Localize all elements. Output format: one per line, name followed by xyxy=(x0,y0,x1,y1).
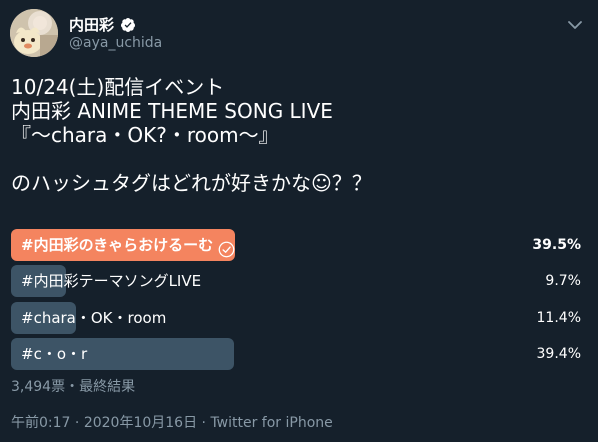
poll-option: #chara・OK・room 11.4% xyxy=(11,302,581,334)
verified-badge-icon xyxy=(120,17,136,33)
poll-vote-summary: 3,494票・最終結果 xyxy=(11,379,136,395)
poll-option-label: #内田彩テーマソングLIVE xyxy=(21,265,201,297)
tweet-date[interactable]: 2020年10月16日 xyxy=(84,415,197,431)
poll-option-label: #chara・OK・room xyxy=(21,302,166,334)
poll-option-percent: 11.4% xyxy=(536,310,581,326)
tweet-text: 10/24(土)配信イベント 内田彩 ANIME THEME SONG LIVE… xyxy=(11,75,586,195)
poll-option-label: #c・o・r xyxy=(21,338,87,370)
poll-option-text: #c・o・r xyxy=(21,345,88,363)
meta-separator: · xyxy=(201,415,206,431)
poll-option-label: #内田彩のきゃらおけるーむ xyxy=(21,229,235,261)
avatar-image xyxy=(10,9,58,57)
tweet-time[interactable]: 午前0:17 xyxy=(11,415,70,431)
poll-option-text: #chara・OK・room xyxy=(21,309,167,327)
poll-option-percent: 39.5% xyxy=(532,237,581,253)
tweet-meta: 午前0:17 · 2020年10月16日 · Twitter for iPhon… xyxy=(11,412,333,432)
chevron-down-icon[interactable] xyxy=(568,15,582,29)
author-display-name[interactable]: 内田彩 xyxy=(69,14,114,35)
poll-option: #c・o・r 39.4% xyxy=(11,338,581,370)
tweet-source-link[interactable]: Twitter for iPhone xyxy=(210,415,332,431)
meta-separator: · xyxy=(74,415,80,431)
poll-option-percent: 9.7% xyxy=(545,273,581,289)
poll-option-text: #内田彩のきゃらおけるーむ xyxy=(21,236,214,254)
author-handle[interactable]: @aya_uchida xyxy=(69,35,162,51)
avatar[interactable] xyxy=(10,9,58,57)
poll-option: #内田彩のきゃらおけるーむ 39.5% xyxy=(11,229,581,261)
poll-option-percent: 39.4% xyxy=(536,346,581,362)
tweet-text-line: 『～chara・OK?・room～』 xyxy=(11,123,279,147)
check-circle-icon xyxy=(218,237,235,257)
tweet-text-line: のハッシュタグはどれが好きかな☺？？ xyxy=(11,171,372,195)
tweet-text-line: 内田彩 ANIME THEME SONG LIVE xyxy=(11,99,333,123)
poll-option-text: #内田彩テーマソングLIVE xyxy=(21,272,202,290)
poll-option: #内田彩テーマソングLIVE 9.7% xyxy=(11,265,581,297)
tweet-text-line: 10/24(土)配信イベント xyxy=(11,75,225,99)
tweet-header: 内田彩 @aya_uchida xyxy=(10,9,588,59)
tweet-text-line xyxy=(11,147,586,171)
author-name-row: 内田彩 xyxy=(69,14,136,35)
